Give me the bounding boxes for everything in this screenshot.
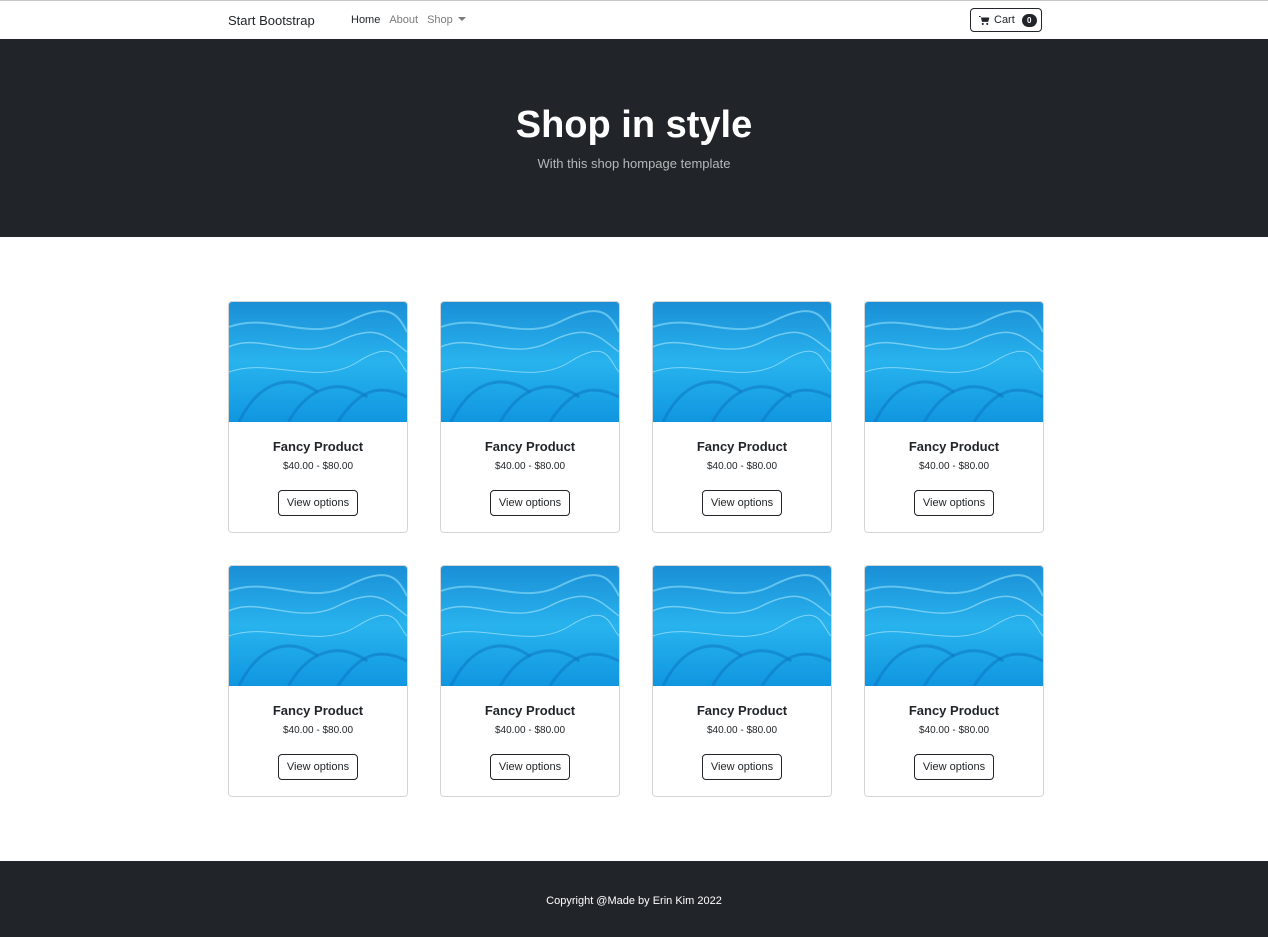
product-name: Fancy Product [908, 703, 1000, 718]
product-image [229, 302, 407, 422]
cart-icon [979, 15, 990, 25]
product-image [441, 302, 619, 422]
product-price: $40.00 - $80.00 [918, 461, 990, 472]
nav-link-about[interactable]: About [389, 14, 418, 26]
product-card: Fancy Product $40.00 - $80.00 View options [440, 565, 620, 797]
view-options-button[interactable]: View options [702, 490, 782, 516]
product-name: Fancy Product [272, 703, 364, 718]
nav-links: Home About Shop [351, 14, 466, 26]
product-price: $40.00 - $80.00 [706, 461, 778, 472]
product-price: $40.00 - $80.00 [494, 725, 566, 736]
product-name: Fancy Product [908, 439, 1000, 454]
hero-header: Shop in style With this shop hompage tem… [0, 39, 1268, 237]
product-image [865, 302, 1043, 422]
cart-count-badge: 0 [1021, 13, 1037, 27]
view-options-button[interactable]: View options [278, 754, 358, 780]
product-card: Fancy Product $40.00 - $80.00 View options [652, 565, 832, 797]
product-price: $40.00 - $80.00 [918, 725, 990, 736]
view-options-button[interactable]: View options [490, 490, 570, 516]
footer: Copyright @Made by Erin Kim 2022 [0, 861, 1268, 937]
product-card: Fancy Product $40.00 - $80.00 View options [864, 301, 1044, 533]
view-options-button[interactable]: View options [702, 754, 782, 780]
product-name: Fancy Product [484, 703, 576, 718]
nav-link-home[interactable]: Home [351, 14, 380, 26]
navbar-brand[interactable]: Start Bootstrap [228, 13, 315, 28]
view-options-button[interactable]: View options [490, 754, 570, 780]
product-price: $40.00 - $80.00 [494, 461, 566, 472]
product-card: Fancy Product $40.00 - $80.00 View options [228, 565, 408, 797]
hero-title: Shop in style [515, 104, 753, 146]
product-price: $40.00 - $80.00 [706, 725, 778, 736]
product-price: $40.00 - $80.00 [282, 461, 354, 472]
product-card: Fancy Product $40.00 - $80.00 View options [228, 301, 408, 533]
cart-label: Cart [994, 14, 1015, 26]
product-name: Fancy Product [696, 439, 788, 454]
view-options-button[interactable]: View options [278, 490, 358, 516]
product-name: Fancy Product [696, 703, 788, 718]
product-name: Fancy Product [484, 439, 576, 454]
product-image [653, 302, 831, 422]
navbar: Start Bootstrap Home About Shop Cart 0 [0, 1, 1268, 38]
hero-subtitle: With this shop hompage template [537, 156, 731, 171]
nav-dropdown-shop[interactable]: Shop [427, 14, 466, 26]
product-card: Fancy Product $40.00 - $80.00 View options [652, 301, 832, 533]
nav-dropdown-shop-label: Shop [427, 14, 453, 26]
caret-down-icon [457, 17, 466, 21]
product-image [441, 566, 619, 686]
product-price: $40.00 - $80.00 [282, 725, 354, 736]
product-card: Fancy Product $40.00 - $80.00 View options [440, 301, 620, 533]
cart-button[interactable]: Cart 0 [970, 8, 1042, 32]
product-card: Fancy Product $40.00 - $80.00 View options [864, 565, 1044, 797]
view-options-button[interactable]: View options [914, 754, 994, 780]
view-options-button[interactable]: View options [914, 490, 994, 516]
product-image [865, 566, 1043, 686]
footer-copyright: Copyright @Made by Erin Kim 2022 [546, 895, 722, 907]
product-name: Fancy Product [272, 439, 364, 454]
product-image [229, 566, 407, 686]
product-image [653, 566, 831, 686]
